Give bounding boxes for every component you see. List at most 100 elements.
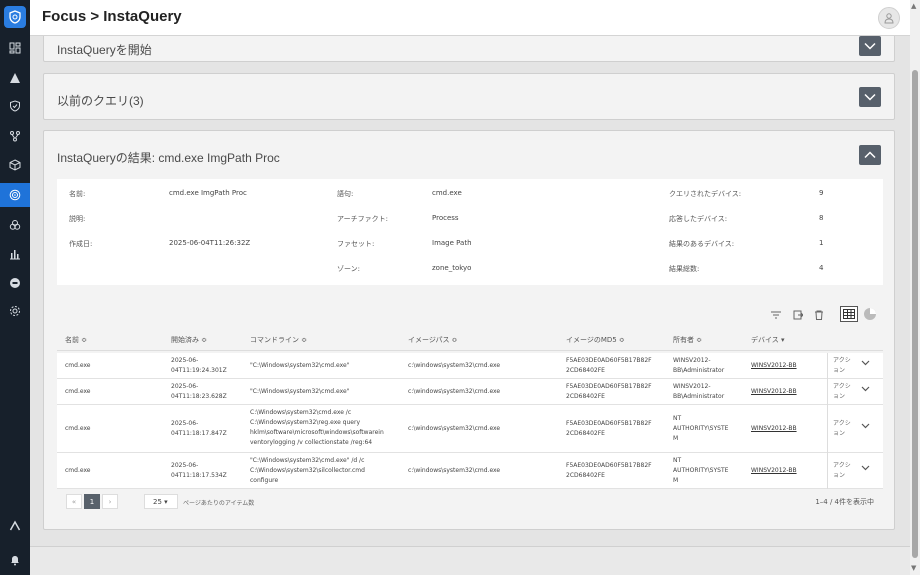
column-header-cmdline[interactable]: コマンドライン ≎ [250,335,307,345]
user-avatar[interactable] [878,7,900,29]
info-with-results-label: 結果のあるデバイス: [669,240,735,248]
pagination-prev-button[interactable]: « [66,494,82,509]
sidebar-item-alerts[interactable] [0,66,30,90]
chart-view-toggle[interactable] [862,306,878,322]
cell-owner: WINSV2012- BB\Administrator [673,357,725,374]
cell-divider [827,353,828,379]
cell-md5: F5AE03DE0AD60F5B17B82F 2CD68402FE [566,420,652,437]
sidebar-item-focus[interactable] [0,183,30,207]
notification-icon [11,556,19,566]
cell-started: 2025-06- 04T11:18:17.534Z [171,462,227,479]
column-header-md5[interactable]: イメージのMD5 ≎ [566,335,625,345]
panel-start-toggle[interactable] [859,36,881,56]
cell-name: cmd.exe [65,467,91,474]
expand-row-button[interactable] [861,465,870,475]
chevron-down-icon [861,360,870,366]
trash-icon [815,310,823,320]
info-desc-label: 説明: [69,215,86,223]
top-header: Focus > InstaQuery [30,0,910,36]
column-header-device[interactable]: デバイス ▾ [751,335,785,345]
sidebar-item-dashboard[interactable] [0,36,30,60]
sidebar-item-network[interactable] [0,124,30,148]
info-total-value: 4 [819,264,824,272]
focus-icon [9,189,21,201]
cell-divider [827,453,828,489]
info-total-label: 結果総数: [669,265,700,273]
cell-imagepath: c:\windows\system32\cmd.exe [408,388,501,395]
cell-name: cmd.exe [65,425,91,432]
chevron-down-icon [861,386,870,392]
filter-button[interactable] [770,309,782,321]
vertical-scrollbar[interactable]: ▲ ▼ [910,0,920,575]
column-header-owner[interactable]: 所有者 ≎ [673,335,702,345]
info-facet-value: Image Path [432,239,472,247]
info-facet-label: ファセット: [337,240,375,248]
sidebar-notifications[interactable] [0,548,30,572]
app-logo[interactable] [4,6,26,28]
sidebar-collapse[interactable] [0,514,30,538]
info-term-value: cmd.exe [432,189,462,197]
column-header-started[interactable]: 開始済み ≎ [171,335,207,345]
cell-cmdline: "C:\Windows\system32\cmd.exe" /d /c C:\Wi… [250,457,365,484]
cell-name: cmd.exe [65,388,91,395]
alert-icon [10,73,20,83]
table-row[interactable]: cmd.exe 2025-06- 04T11:18:17.534Z "C:\Win… [57,453,883,489]
main-content: InstaQueryを開始 以前のクエリ(3) InstaQueryの結果: c… [30,36,910,575]
query-info-box: 名前: cmd.exe ImgPath Proc 説明: 作成日: 2025-0… [57,179,883,285]
delete-button[interactable] [813,309,825,321]
panel-previous-title: 以前のクエリ(3) [57,94,144,108]
cell-owner: WINSV2012- BB\Administrator [673,383,725,400]
network-icon [10,131,20,142]
sidebar-item-policies[interactable] [0,271,30,295]
table-view-toggle[interactable] [840,306,858,322]
info-name-label: 名前: [69,190,86,198]
info-artifact-label: アーチファクト: [337,215,388,223]
device-link[interactable]: WINSV2012-BB [751,387,797,397]
expand-row-button[interactable] [861,423,870,433]
shield-icon [10,100,20,112]
cell-md5: F5AE03DE0AD60F5B17B82F 2CD68402FE [566,357,652,374]
info-zone-label: ゾーン: [337,265,361,273]
result-range: 1–4 / 4件を表示中 [815,498,874,506]
scroll-up-icon[interactable]: ▲ [911,2,916,10]
column-header-name[interactable]: 名前 ≎ [65,335,87,345]
panel-results-toggle[interactable] [859,145,881,165]
pagination-next-button[interactable]: › [102,494,118,509]
per-page-select[interactable]: 25 ▾ [144,494,178,509]
info-term-label: 語句: [337,190,354,198]
action-menu[interactable]: アクシ ョン [833,419,851,439]
column-header-imagepath[interactable]: イメージパス ≎ [408,335,458,345]
chevron-down-icon [864,42,876,50]
export-button[interactable] [792,309,804,321]
chevron-down-icon [861,423,870,429]
panel-previous-toggle[interactable] [859,87,881,107]
device-link[interactable]: WINSV2012-BB [751,361,797,371]
expand-row-button[interactable] [861,360,870,370]
cell-name: cmd.exe [65,362,91,369]
pagination-page-1[interactable]: 1 [84,494,100,509]
info-created-label: 作成日: [69,240,93,248]
action-menu[interactable]: アクシ ョン [833,461,851,481]
cell-cmdline: C:\Windows\system32\cmd.exe /c C:\Windows… [250,409,384,446]
action-menu[interactable]: アクシ ョン [833,356,851,376]
table-row[interactable]: cmd.exe 2025-06- 04T11:19:24.301Z "C:\Win… [57,353,883,379]
scroll-thumb[interactable] [912,70,918,558]
biohazard-icon [9,220,21,230]
device-link[interactable]: WINSV2012-BB [751,424,797,434]
sidebar-item-threats[interactable] [0,213,30,237]
sidebar-item-assets[interactable] [0,153,30,177]
cell-imagepath: c:\windows\system32\cmd.exe [408,425,501,432]
device-link[interactable]: WINSV2012-BB [751,466,797,476]
panel-results: InstaQueryの結果: cmd.exe ImgPath Proc 名前: … [43,130,895,530]
info-name-value: cmd.exe ImgPath Proc [169,189,247,197]
sidebar-item-reports[interactable] [0,242,30,266]
sidebar-item-settings[interactable] [0,299,30,323]
info-responded-value: 8 [819,214,824,222]
table-row[interactable]: cmd.exe 2025-06- 04T11:18:23.628Z "C:\Win… [57,379,883,405]
table-row[interactable]: cmd.exe 2025-06- 04T11:18:17.847Z C:\Wind… [57,405,883,453]
scroll-down-icon[interactable]: ▼ [911,564,916,572]
chevron-down-icon [861,465,870,471]
expand-row-button[interactable] [861,386,870,396]
action-menu[interactable]: アクシ ョン [833,382,851,402]
sidebar-item-protection[interactable] [0,94,30,118]
